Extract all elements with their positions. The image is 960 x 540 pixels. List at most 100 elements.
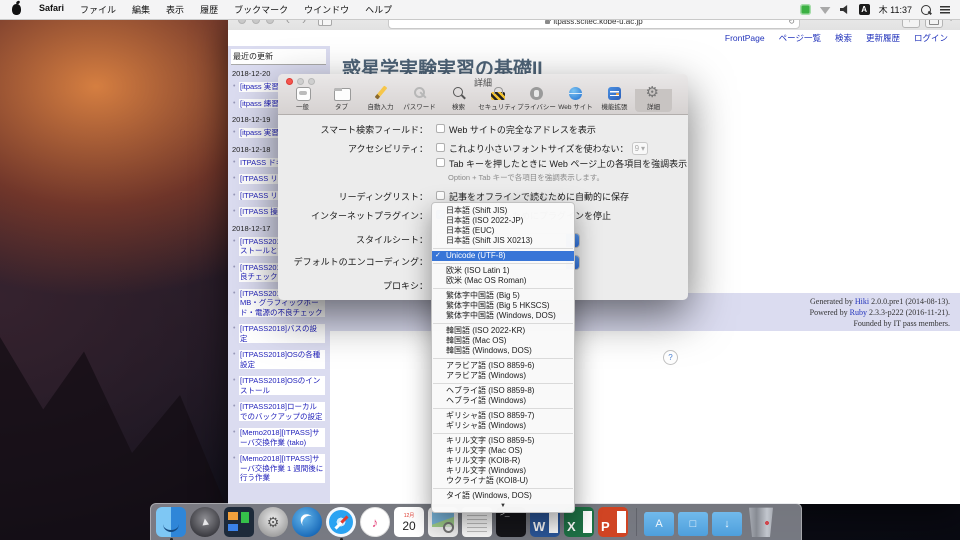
dock-item[interactable] <box>224 505 254 539</box>
dock-item[interactable]: □ <box>678 505 708 539</box>
encoding-menu-item[interactable]: タイ語 (Windows, DOS) <box>432 491 574 501</box>
wifi-icon[interactable] <box>820 5 831 14</box>
help-button[interactable]: ? <box>663 350 678 365</box>
prefs-tab[interactable]: プライバシー <box>518 85 555 112</box>
ruby-link[interactable]: Ruby <box>850 308 867 317</box>
sidebar-item[interactable]: [ITPASS2018]ローカルでのバックアップの設定 <box>239 402 325 421</box>
menu-bar-item[interactable]: Safari <box>31 3 72 16</box>
encoding-menu-item[interactable] <box>433 383 573 384</box>
status-app-icon[interactable] <box>800 4 811 15</box>
menu-bar-clock[interactable]: 木 11:37 <box>879 3 912 16</box>
encoding-menu-item[interactable] <box>433 488 573 489</box>
menu-bar-item[interactable]: ファイル <box>72 3 124 16</box>
encoding-menu-item[interactable]: 繁体字中国語 (Big 5) <box>432 291 574 301</box>
encoding-menu-item[interactable]: 韓国語 (Mac OS) <box>432 336 574 346</box>
notification-center-icon[interactable] <box>940 6 950 14</box>
hiki-link[interactable]: Hiki <box>855 297 869 306</box>
prefs-tab-icon <box>371 86 391 101</box>
sidebar-item[interactable]: [ITPASS2018]バスの設定 <box>239 324 325 343</box>
sidebar-item[interactable]: [Memo2018][ITPASS]サーバ交換作業 1 週間後に行う作業 <box>239 454 325 483</box>
encoding-menu-item[interactable]: 韓国語 (ISO 2022-KR) <box>432 326 574 336</box>
wiki-nav-link[interactable]: ページ一覧 <box>779 32 821 44</box>
dock-item[interactable]: ⚙ <box>258 505 288 539</box>
dock-item[interactable] <box>326 505 356 539</box>
encoding-menu-item-label: 日本語 (Shift JIS) <box>446 206 507 215</box>
volume-icon[interactable] <box>840 5 850 14</box>
wiki-nav-link[interactable]: FrontPage <box>725 33 765 43</box>
wiki-nav-link[interactable]: ログイン <box>914 32 948 44</box>
smart-search-checkbox[interactable] <box>436 124 445 133</box>
encoding-menu-item[interactable]: 欧米 (ISO Latin 1) <box>432 266 574 276</box>
font-size-select[interactable]: 9▾ <box>632 142 648 155</box>
spotlight-icon[interactable] <box>921 5 931 15</box>
encoding-menu-item[interactable]: ✓Unicode (UTF-8) <box>432 251 574 261</box>
dock-item[interactable]: ▲ <box>190 505 220 539</box>
encoding-menu-item[interactable]: ウクライナ語 (KOI8-U) <box>432 476 574 486</box>
encoding-menu-item[interactable]: アラビア語 (Windows) <box>432 371 574 381</box>
encoding-menu-item[interactable]: ギリシャ語 (Windows) <box>432 421 574 431</box>
dock-item[interactable]: P <box>598 505 628 539</box>
encoding-menu-item[interactable]: 日本語 (EUC) <box>432 226 574 236</box>
menu-bar-item[interactable]: 編集 <box>124 3 158 16</box>
encoding-menu-item[interactable]: 繁体字中国語 (Windows, DOS) <box>432 311 574 321</box>
dock-item[interactable]: A <box>644 505 674 539</box>
dock-item-icon <box>156 507 186 537</box>
encoding-menu-item[interactable] <box>433 433 573 434</box>
menu-bar-item[interactable]: 履歴 <box>192 3 226 16</box>
apple-menu-icon[interactable] <box>12 4 21 15</box>
sidebar-item[interactable]: [ITPASS2018]OSのインストール <box>239 376 325 395</box>
wiki-nav-link[interactable]: 検索 <box>835 32 852 44</box>
encoding-menu-item[interactable]: キリル文字 (Mac OS) <box>432 446 574 456</box>
encoding-menu-item[interactable]: ギリシャ語 (ISO 8859-7) <box>432 411 574 421</box>
encoding-menu-item[interactable]: 日本語 (ISO 2022-JP) <box>432 216 574 226</box>
encoding-menu-item[interactable]: 日本語 (Shift JIS) <box>432 206 574 216</box>
prefs-tab[interactable]: 検索 <box>440 85 477 112</box>
encoding-menu-item[interactable]: ヘブライ語 (ISO 8859-8) <box>432 386 574 396</box>
encoding-menu-item[interactable]: キリル文字 (ISO 8859-5) <box>432 436 574 446</box>
menu-bar-item[interactable]: ブックマーク <box>226 3 296 16</box>
sidebar-item[interactable]: [ITPASS2018]OSの各種設定 <box>239 350 325 369</box>
prefs-tab[interactable]: Web サイト <box>557 85 594 112</box>
input-source-icon[interactable]: A <box>859 4 870 15</box>
plugins-label: インターネットプラグイン： <box>278 209 428 222</box>
menu-bar-item[interactable]: 表示 <box>158 3 192 16</box>
encoding-menu-item[interactable]: ヘブライ語 (Windows) <box>432 396 574 406</box>
prefs-tab[interactable]: タブ <box>323 85 360 112</box>
dock-item[interactable]: 2012月 <box>394 505 424 539</box>
encoding-menu-item[interactable] <box>433 408 573 409</box>
prefs-tab[interactable]: 機能拡張 <box>596 85 633 112</box>
encoding-menu-item[interactable] <box>433 323 573 324</box>
encoding-menu-item[interactable] <box>433 263 573 264</box>
dock-item[interactable] <box>746 505 776 539</box>
prefs-tab[interactable]: 自動入力 <box>362 85 399 112</box>
encoding-menu-item[interactable]: アラビア語 (ISO 8859-6) <box>432 361 574 371</box>
prefs-tab[interactable]: 一般 <box>284 85 321 112</box>
reading-list-checkbox[interactable] <box>436 191 445 200</box>
encoding-menu-item[interactable]: 繁体字中国語 (Big 5 HKSCS) <box>432 301 574 311</box>
menu-bar-item[interactable]: ウインドウ <box>296 3 357 16</box>
prefs-tab-label: プライバシー <box>517 101 556 111</box>
encoding-menu-item[interactable]: キリル文字 (Windows) <box>432 466 574 476</box>
prefs-tab[interactable]: セキュリティ <box>479 85 516 112</box>
encoding-menu-item[interactable]: キリル文字 (KOI8-R) <box>432 456 574 466</box>
encoding-menu-item[interactable] <box>433 248 573 249</box>
dock-item[interactable] <box>632 505 640 539</box>
encoding-menu-item[interactable]: 日本語 (Shift JIS X0213) <box>432 236 574 246</box>
sidebar-item[interactable]: [Memo2018][ITPASS]サーバ交換作業 (tako) <box>239 428 325 447</box>
prefs-tab[interactable]: 詳細 <box>635 85 672 112</box>
tab-highlight-checkbox[interactable] <box>436 158 445 167</box>
encoding-menu-item[interactable]: 韓国語 (Windows, DOS) <box>432 346 574 356</box>
dock-item[interactable]: ♪ <box>360 505 390 539</box>
prefs-tab[interactable]: パスワード <box>401 85 438 112</box>
menu-scroll-down-icon[interactable]: ▼ <box>432 501 574 509</box>
encoding-menu-list: 日本語 (Shift JIS)日本語 (ISO 2022-JP)日本語 (EUC… <box>432 206 574 501</box>
wiki-nav-link[interactable]: 更新履歴 <box>866 32 900 44</box>
encoding-menu-item[interactable] <box>433 358 573 359</box>
min-font-checkbox[interactable] <box>436 143 445 152</box>
encoding-menu-item[interactable] <box>433 288 573 289</box>
dock-item[interactable] <box>156 505 186 539</box>
dock-item[interactable] <box>292 505 322 539</box>
menu-bar-item[interactable]: ヘルプ <box>357 3 400 16</box>
encoding-menu-item[interactable]: 欧米 (Mac OS Roman) <box>432 276 574 286</box>
dock-item[interactable]: ↓ <box>712 505 742 539</box>
